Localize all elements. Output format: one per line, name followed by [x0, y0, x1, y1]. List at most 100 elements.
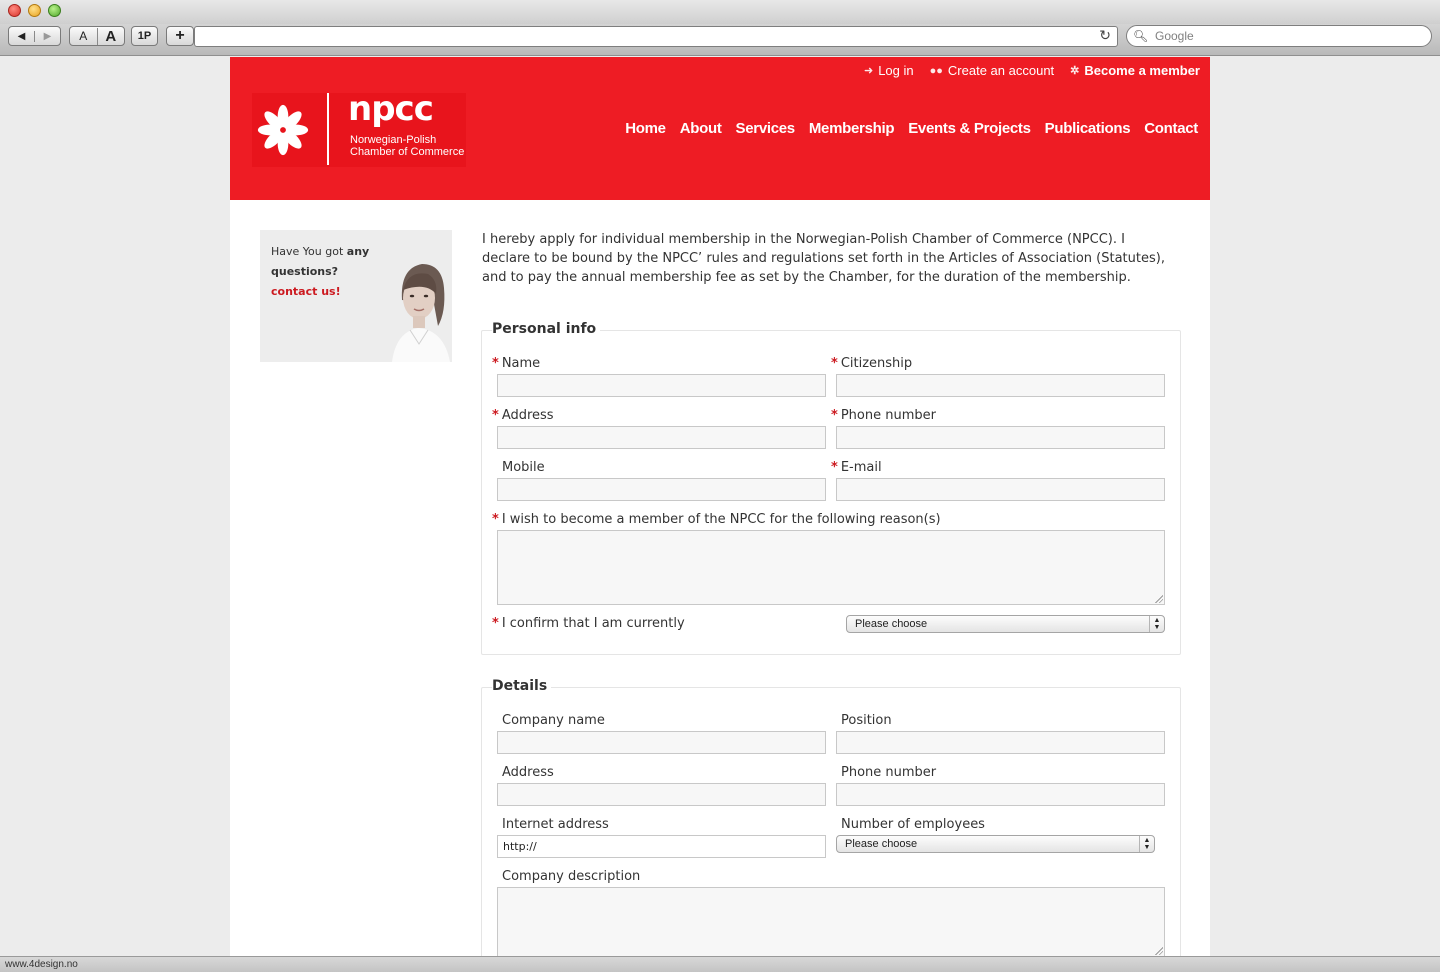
text-smaller-button[interactable]: A [70, 29, 97, 43]
required-mark: * [831, 460, 838, 475]
internet-address-label: Internet address [502, 817, 609, 832]
nav-services[interactable]: Services [736, 120, 796, 137]
questions-text: Have You got any questions? contact us! [271, 242, 386, 302]
search-field[interactable]: 🔍︎ Google [1126, 25, 1432, 47]
questions-box: Have You got any questions? contact us! [260, 230, 452, 362]
logo-subtitle-line2: Chamber of Commerce [350, 146, 465, 158]
address-field[interactable] [497, 426, 826, 449]
position-field[interactable] [836, 731, 1165, 754]
logo-divider [327, 93, 329, 165]
name-label-text: Name [501, 356, 541, 371]
questions-line1: Have You got [271, 245, 347, 258]
reason-label-text: I wish to become a member of the NPCC fo… [501, 512, 941, 527]
login-label: Log in [878, 63, 914, 78]
flower-logo-icon [257, 104, 309, 156]
reason-label: * I wish to become a member of the NPCC f… [492, 512, 941, 527]
zoom-window-button[interactable] [48, 4, 61, 17]
name-label: * Name [492, 356, 540, 371]
questions-line2: questions? [271, 265, 339, 278]
email-field[interactable] [836, 478, 1165, 501]
details-legend: Details [492, 678, 552, 694]
become-member-link[interactable]: ✲ Become a member [1070, 63, 1200, 78]
onepassword-button[interactable]: 1P [131, 26, 158, 46]
browser-toolbar: ◀ ▶ A A 1P + ↻ 🔍︎ Google [0, 24, 1440, 56]
employees-label: Number of employees [841, 817, 985, 832]
address-label-text: Address [501, 408, 554, 423]
citizenship-label-text: Citizenship [840, 356, 913, 371]
resize-grip-icon[interactable] [1155, 947, 1163, 955]
text-size-buttons: A A [69, 26, 125, 46]
questions-any: any [346, 245, 370, 258]
required-mark: * [492, 616, 499, 631]
email-label: * E-mail [831, 460, 882, 475]
login-icon: ➜ [863, 65, 874, 77]
personal-info-legend: Personal info [492, 321, 601, 337]
address-bar[interactable]: ↻ [194, 26, 1118, 47]
company-address-field[interactable] [497, 783, 826, 806]
logo-subtitle: Norwegian-Polish Chamber of Commerce [350, 134, 464, 158]
name-field[interactable] [497, 374, 826, 397]
resize-grip-icon[interactable] [1155, 595, 1163, 603]
required-mark: * [831, 356, 838, 371]
citizenship-label: * Citizenship [831, 356, 912, 371]
address-label: * Address [492, 408, 554, 423]
mobile-label: Mobile [502, 460, 545, 475]
close-window-button[interactable] [8, 4, 21, 17]
main-navigation: Home About Services Membership Events & … [625, 120, 1198, 137]
phone-field[interactable] [836, 426, 1165, 449]
logo-subtitle-line1: Norwegian-Polish [350, 134, 437, 146]
reload-icon[interactable]: ↻ [1099, 28, 1111, 44]
select-arrows-icon: ▲ ▼ [1149, 616, 1164, 632]
select-arrows-icon: ▲ ▼ [1139, 836, 1154, 852]
internet-address-field[interactable]: http:// [497, 835, 826, 858]
search-placeholder: Google [1155, 29, 1194, 43]
back-arrow-icon[interactable]: ◀ [9, 31, 34, 42]
confirm-label: * I confirm that I am currently [492, 616, 685, 631]
forward-arrow-icon[interactable]: ▶ [34, 30, 60, 42]
back-forward-buttons: ◀ ▶ [8, 26, 61, 46]
contact-us-link[interactable]: contact us! [271, 285, 341, 298]
minimize-window-button[interactable] [28, 4, 41, 17]
required-mark: * [492, 512, 499, 527]
position-label: Position [841, 713, 892, 728]
reason-textarea[interactable] [497, 530, 1165, 605]
become-member-label: Become a member [1084, 63, 1200, 78]
company-description-textarea[interactable] [497, 887, 1165, 956]
text-larger-button[interactable]: A [96, 27, 125, 45]
nav-about[interactable]: About [680, 120, 722, 137]
search-icon: 🔍︎ [1133, 29, 1149, 43]
create-account-label: Create an account [947, 63, 1055, 78]
page-viewport: ➜ Log in ●● Create an account ✲ Become a… [0, 57, 1440, 956]
status-bar: www.4design.no [0, 956, 1440, 972]
sparkle-icon: ✲ [1070, 65, 1080, 77]
confirm-status-select[interactable]: Please choose ▲ ▼ [846, 615, 1165, 633]
required-mark: * [831, 408, 838, 423]
confirm-select-value: Please choose [855, 618, 928, 630]
nav-home[interactable]: Home [625, 120, 666, 137]
confirm-label-text: I confirm that I am currently [501, 616, 685, 631]
npcc-logo[interactable]: npcc Norwegian-Polish Chamber of Commerc… [252, 89, 466, 167]
create-account-link[interactable]: ●● Create an account [930, 63, 1055, 78]
nav-membership[interactable]: Membership [809, 120, 895, 137]
top-links: ➜ Log in ●● Create an account ✲ Become a… [864, 63, 1200, 78]
window-titlebar [0, 0, 1440, 24]
employees-select[interactable]: Please choose ▲ ▼ [836, 835, 1155, 853]
users-icon: ●● [929, 64, 943, 77]
employees-select-value: Please choose [845, 838, 918, 850]
company-phone-field[interactable] [836, 783, 1165, 806]
citizenship-field[interactable] [836, 374, 1165, 397]
site-header: ➜ Log in ●● Create an account ✲ Become a… [230, 57, 1210, 200]
mobile-field[interactable] [497, 478, 826, 501]
company-name-field[interactable] [497, 731, 826, 754]
nav-publications[interactable]: Publications [1045, 120, 1131, 137]
phone-label: * Phone number [831, 408, 936, 423]
company-name-label: Company name [502, 713, 605, 728]
page-container: ➜ Log in ●● Create an account ✲ Become a… [230, 57, 1210, 956]
phone-label-text: Phone number [840, 408, 936, 423]
nav-events-projects[interactable]: Events & Projects [908, 120, 1031, 137]
nav-contact[interactable]: Contact [1144, 120, 1198, 137]
support-person-avatar [388, 260, 452, 362]
login-link[interactable]: ➜ Log in [864, 63, 914, 78]
company-address-label: Address [502, 765, 554, 780]
add-bookmark-button[interactable]: + [166, 26, 194, 46]
